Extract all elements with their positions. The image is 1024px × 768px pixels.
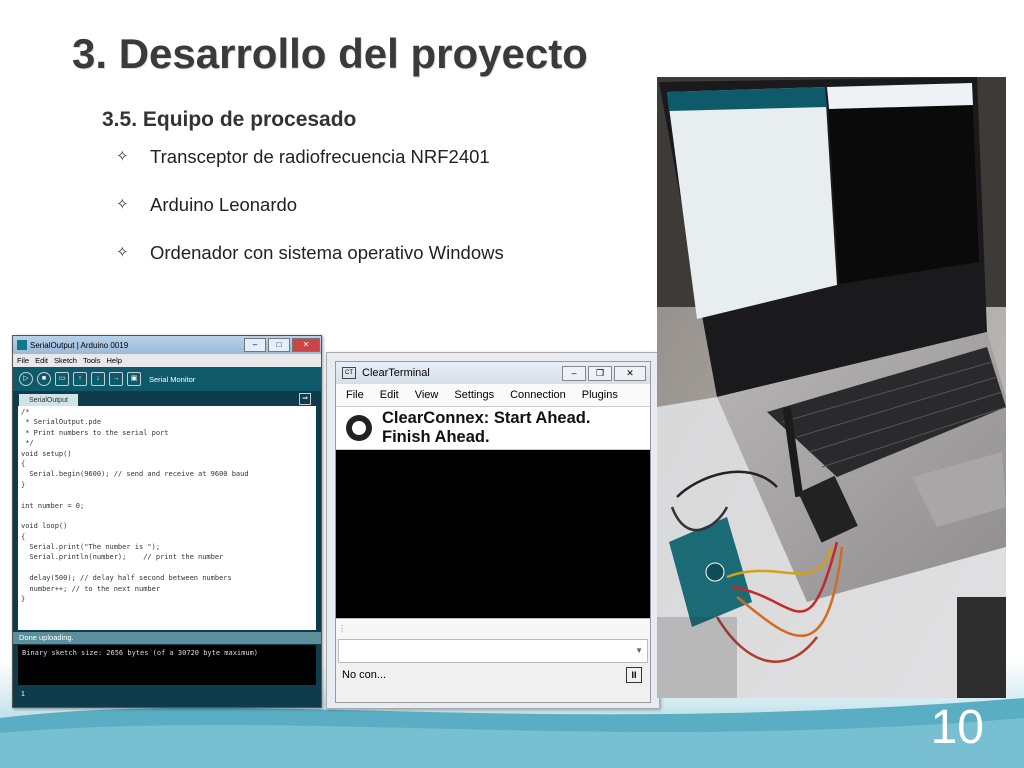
arduino-app-icon (17, 340, 27, 350)
code-line: int number = 0; (21, 501, 85, 510)
bullet-text: Transceptor de radiofrecuencia NRF2401 (150, 146, 490, 167)
bullet-item: ✧ Ordenador con sistema operativo Windows (116, 242, 504, 290)
menu-connection[interactable]: Connection (510, 389, 566, 401)
line-number: 1 (21, 691, 25, 698)
slide-subtitle: 3.5. Equipo de procesado (102, 108, 357, 131)
pause-icon[interactable]: II (626, 667, 642, 683)
serial-monitor-icon[interactable]: ▣ (127, 372, 141, 386)
close-button[interactable]: ✕ (292, 338, 320, 352)
stop-icon[interactable]: ■ (37, 372, 51, 386)
banner-line-1: ClearConnex: Start Ahead. (382, 409, 591, 427)
code-editor[interactable]: /* * SerialOutput.pde * Print numbers to… (18, 406, 316, 630)
menu-sketch[interactable]: Sketch (54, 356, 77, 365)
clearconnex-logo-icon (346, 415, 372, 441)
code-line: delay(500); // delay half second between… (21, 574, 232, 583)
serial-monitor-label: Serial Monitor (149, 374, 196, 384)
hardware-photo (657, 77, 1006, 698)
menu-file[interactable]: File (17, 356, 29, 365)
upload-icon[interactable]: → (109, 372, 123, 386)
arduino-menu-bar: File Edit Sketch Tools Help (13, 354, 321, 367)
banner-line-2: Finish Ahead. (382, 428, 490, 446)
slide-title: 3. Desarrollo del proyecto (72, 30, 588, 77)
code-line: Serial.println(number); // print the num… (21, 553, 224, 562)
upload-status: Done uploading. (13, 632, 321, 644)
code-line: void setup() (21, 449, 72, 458)
arduino-window-title: SerialOutput | Arduino 0019 (30, 340, 129, 350)
bullet-text: Arduino Leonardo (150, 194, 298, 215)
maximize-button[interactable]: □ (268, 338, 290, 352)
save-file-icon[interactable]: ↓ (91, 372, 105, 386)
arduino-ide-window: SerialOutput | Arduino 0019 – □ ✕ File E… (12, 335, 322, 708)
arduino-title-bar: SerialOutput | Arduino 0019 – □ ✕ (13, 336, 321, 354)
bullet-list: ✧ Transceptor de radiofrecuencia NRF2401 … (116, 146, 504, 290)
send-input[interactable]: ▼ (338, 639, 648, 663)
menu-view[interactable]: View (415, 389, 439, 401)
console-output: Binary sketch size: 2656 bytes (of a 307… (18, 645, 316, 685)
clearterminal-menu-bar: File Edit View Settings Connection Plugi… (336, 384, 650, 407)
code-line: } (21, 595, 26, 604)
bullet-text: Ordenador con sistema operativo Windows (150, 242, 504, 263)
clearterminal-window: CT ClearTerminal – ❐ ✕ File Edit View Se… (326, 352, 660, 709)
code-line: /* (21, 408, 30, 416)
arduino-toolbar: ▷ ■ ▭ ↑ ↓ → ▣ Serial Monitor (13, 367, 321, 391)
code-line: number++; // to the next number (21, 584, 161, 593)
maximize-button[interactable]: ❐ (588, 365, 612, 381)
code-line: Serial.print("The number is "); (21, 543, 161, 552)
diamond-bullet-icon: ✧ (116, 196, 129, 213)
code-line: */ (21, 439, 34, 448)
status-bar: No con... II (336, 663, 650, 687)
code-line: { (21, 459, 26, 468)
clearterminal-window-title: ClearTerminal (362, 367, 430, 379)
verify-icon[interactable]: ▷ (19, 372, 33, 386)
menu-settings[interactable]: Settings (454, 389, 494, 401)
open-file-icon[interactable]: ↑ (73, 372, 87, 386)
menu-file[interactable]: File (346, 389, 364, 401)
new-file-icon[interactable]: ▭ (55, 372, 69, 386)
menu-tools[interactable]: Tools (83, 356, 101, 365)
code-line: { (21, 532, 26, 541)
diamond-bullet-icon: ✧ (116, 148, 129, 165)
clearconnex-banner: ClearConnex: Start Ahead. Finish Ahead. (336, 407, 650, 450)
splitter-handle[interactable]: ⋮ (336, 618, 650, 639)
connection-status: No con... (342, 669, 387, 681)
menu-plugins[interactable]: Plugins (582, 389, 618, 401)
code-line: * SerialOutput.pde (21, 418, 102, 427)
close-button[interactable]: ✕ (614, 365, 646, 381)
bullet-item: ✧ Arduino Leonardo (116, 194, 504, 242)
menu-edit[interactable]: Edit (380, 389, 399, 401)
tab-menu-icon[interactable]: ⇒ (299, 393, 311, 405)
clearterminal-app-icon: CT (342, 367, 356, 379)
arduino-tab-bar: SerialOutput ⇒ (13, 391, 321, 407)
page-number: 10 (930, 701, 984, 754)
code-line: void loop() (21, 522, 68, 531)
clearterminal-title-bar: CT ClearTerminal – ❐ ✕ (336, 362, 650, 384)
code-line: } (21, 480, 26, 489)
minimize-button[interactable]: – (244, 338, 266, 352)
terminal-output[interactable] (336, 450, 650, 618)
code-line: Serial.begin(9600); // send and receive … (21, 470, 249, 479)
code-line: * Print numbers to the serial port (21, 428, 169, 437)
diamond-bullet-icon: ✧ (116, 244, 129, 261)
chevron-down-icon[interactable]: ▼ (635, 646, 643, 655)
menu-edit[interactable]: Edit (35, 356, 48, 365)
menu-help[interactable]: Help (106, 356, 121, 365)
bullet-item: ✧ Transceptor de radiofrecuencia NRF2401 (116, 146, 504, 194)
minimize-button[interactable]: – (562, 365, 586, 381)
